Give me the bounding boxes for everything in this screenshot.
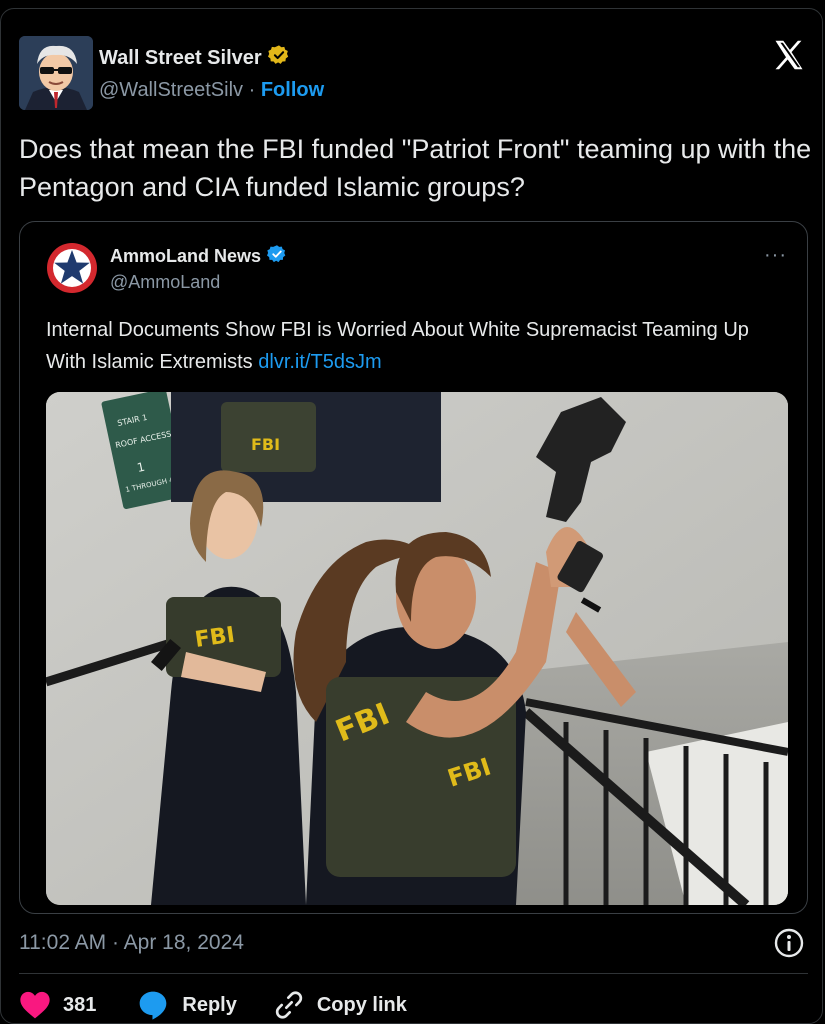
quoted-handle[interactable]: @AmmoLand — [110, 272, 220, 293]
quoted-author-name[interactable]: AmmoLand News — [110, 244, 287, 269]
like-count: 381 — [63, 993, 97, 1016]
info-icon[interactable] — [773, 927, 805, 959]
tweet-embed-card: Wall Street Silver @WallStreetSilv · Fol… — [0, 8, 823, 1024]
tweet-text: Does that mean the FBI funded "Patriot F… — [19, 134, 812, 202]
author-avatar[interactable] — [19, 36, 93, 110]
reply-button[interactable]: Reply — [136, 989, 237, 1021]
quoted-link[interactable]: dlvr.it/T5dsJm — [258, 351, 381, 373]
link-icon — [273, 989, 305, 1021]
x-logo-icon[interactable] — [771, 37, 807, 73]
copy-link-label: Copy link — [316, 993, 407, 1016]
quoted-tweet[interactable]: AmmoLand News @AmmoLand ··· Internal Doc… — [19, 221, 808, 914]
follow-button[interactable]: Follow — [261, 79, 324, 101]
quoted-name-text: AmmoLand News — [110, 246, 262, 266]
author-handle-row: @WallStreetSilv · Follow — [99, 79, 324, 102]
svg-text:FBI: FBI — [251, 435, 280, 454]
heart-icon — [19, 990, 51, 1020]
verified-blue-icon — [267, 244, 287, 269]
quoted-image[interactable]: STAIR 1 ROOF ACCESS 1 1 THROUGH 4 FBI FB… — [46, 392, 788, 905]
author-handle[interactable]: @WallStreetSilv — [99, 79, 243, 101]
copy-link-button[interactable]: Copy link — [273, 989, 407, 1021]
tweet-timestamp[interactable]: 11:02 AM · Apr 18, 2024 — [19, 931, 244, 955]
author-name[interactable]: Wall Street Silver — [99, 44, 290, 72]
quoted-text: Internal Documents Show FBI is Worried A… — [46, 314, 786, 378]
verified-gold-icon — [267, 44, 290, 72]
quoted-avatar[interactable] — [46, 242, 98, 294]
quoted-text-body: Internal Documents Show FBI is Worried A… — [46, 319, 749, 373]
author-name-text: Wall Street Silver — [99, 46, 262, 69]
more-icon[interactable]: ··· — [764, 244, 787, 267]
reply-icon — [136, 989, 170, 1021]
action-bar: 381 Reply Copy link — [19, 987, 443, 1023]
separator-dot: · — [248, 79, 256, 101]
reply-label: Reply — [182, 993, 237, 1016]
like-button[interactable]: 381 — [19, 990, 96, 1020]
divider — [19, 973, 808, 974]
